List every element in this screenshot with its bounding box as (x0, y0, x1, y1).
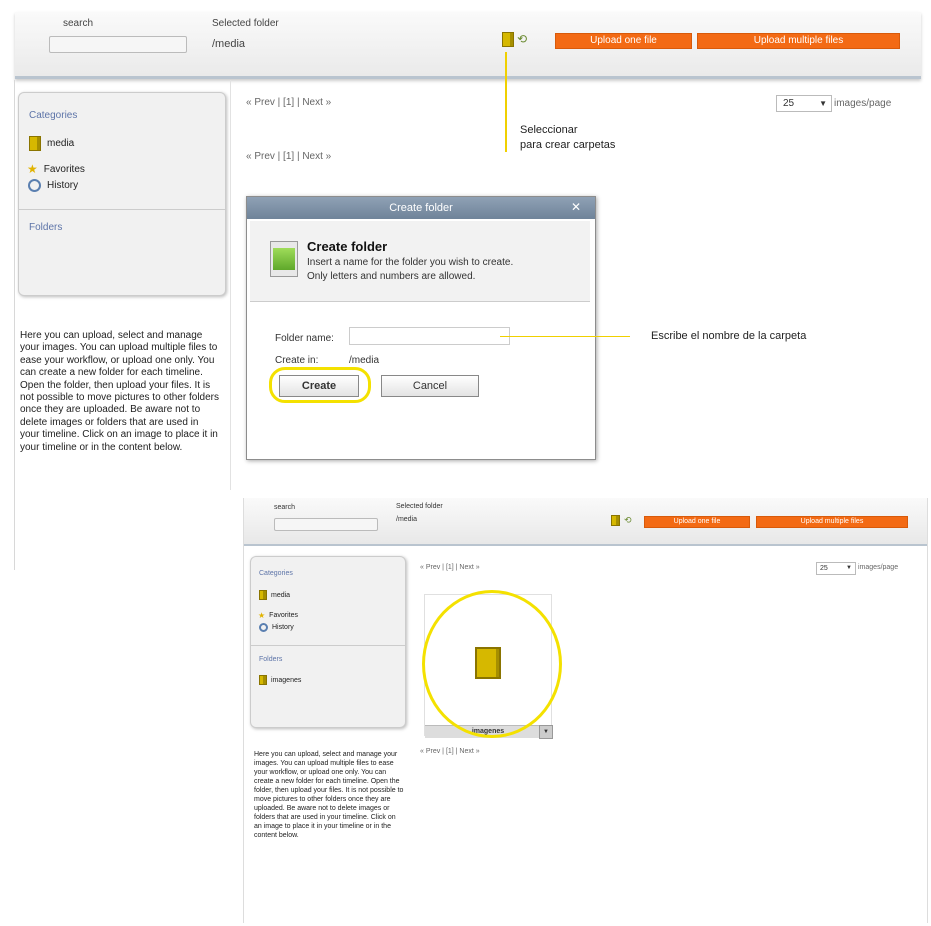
highlight-ring (422, 590, 562, 738)
pager-bottom[interactable]: « Prev | [1] | Next » (246, 151, 331, 162)
top-toolbar: search Selected folder /media ⟲ Upload o… (15, 12, 921, 79)
search-label: search (63, 18, 94, 29)
annotation-line (500, 336, 630, 337)
search-input[interactable] (49, 36, 187, 53)
cancel-button[interactable]: Cancel (381, 375, 479, 397)
pager-top[interactable]: « Prev | [1] | Next » (420, 564, 480, 571)
chevron-down-icon: ▼ (819, 99, 827, 108)
sidebar-panel: Categories media ★ Favorites History Fol… (250, 556, 406, 728)
pager-top[interactable]: « Prev | [1] | Next » (246, 97, 331, 108)
sidebar-item-label: imagenes (271, 676, 302, 684)
plus-icon (273, 248, 295, 270)
search-input[interactable] (274, 518, 378, 531)
annotation-select-line2: para crear carpetas (520, 139, 616, 151)
upload-one-file-button[interactable]: Upload one file (555, 33, 692, 49)
divider (19, 209, 225, 210)
create-in-label: Create in: (275, 355, 319, 366)
per-page-value: 25 (783, 98, 795, 109)
refresh-icon[interactable]: ⟲ (624, 514, 632, 526)
create-folder-icon[interactable] (502, 32, 514, 47)
dialog-desc-1: Insert a name for the folder you wish to… (307, 257, 514, 268)
sidebar-item-media[interactable]: media (29, 136, 74, 151)
sidebar-item-history[interactable]: History (28, 179, 78, 192)
selected-folder-value: /media (396, 516, 418, 523)
second-screenshot: search Selected folder /media ⟲ Upload o… (243, 498, 928, 923)
add-folder-icon (270, 241, 298, 277)
chevron-down-icon: ▼ (846, 565, 852, 571)
help-text: Here you can upload, select and manage y… (254, 751, 404, 839)
per-page-select[interactable]: 25 ▼ (816, 562, 856, 575)
upload-multiple-files-button[interactable]: Upload multiple files (756, 516, 908, 528)
chevron-down-icon[interactable]: ▼ (539, 725, 553, 739)
sidebar-item-label: History (47, 180, 79, 191)
folder-icon (29, 136, 41, 151)
dialog-heading: Create folder (307, 239, 388, 254)
create-in-value: /media (349, 355, 380, 366)
folder-name-label: Folder name: (275, 333, 334, 344)
sidebar-item-label: History (272, 624, 294, 631)
dialog-header: Create folder Insert a name for the fold… (250, 221, 590, 302)
categories-title: Categories (259, 570, 293, 577)
sidebar-item-media[interactable]: media (259, 590, 290, 600)
close-icon[interactable]: ✕ (563, 200, 589, 214)
star-icon: ★ (27, 162, 38, 176)
sidebar-folder-imagenes[interactable]: imagenes (259, 675, 301, 685)
per-page-value: 25 (820, 565, 828, 572)
second-toolbar: search Selected folder /media ⟲ Upload o… (244, 498, 927, 546)
sidebar-item-history[interactable]: History (259, 623, 294, 632)
sidebar-panel: Categories media ★ Favorites History Fol… (18, 92, 226, 296)
selected-folder-value: /media (212, 38, 246, 50)
sidebar-item-label: media (47, 138, 75, 149)
search-label: search (274, 504, 296, 511)
categories-title: Categories (29, 110, 78, 121)
upload-one-file-button[interactable]: Upload one file (644, 516, 750, 528)
dialog-desc-2: Only letters and numbers are allowed. (307, 271, 476, 282)
content-border (230, 80, 231, 490)
sidebar-item-favorites[interactable]: ★ Favorites (258, 611, 298, 620)
upload-multiple-files-button[interactable]: Upload multiple files (697, 33, 900, 49)
folders-title: Folders (259, 656, 283, 663)
folder-icon (259, 675, 267, 685)
annotation-line (505, 52, 507, 152)
annotation-write-name: Escribe el nombre de la carpeta (651, 330, 807, 342)
create-folder-icon[interactable] (611, 515, 620, 526)
create-folder-dialog: Create folder ✕ Create folder Insert a n… (246, 196, 596, 460)
sidebar-item-label: Favorites (269, 612, 298, 619)
pager-bottom[interactable]: « Prev | [1] | Next » (420, 748, 480, 755)
help-text: Here you can upload, select and manage y… (20, 330, 219, 453)
per-page-label: images/page (858, 564, 899, 571)
sidebar-item-favorites[interactable]: ★ Favorites (27, 162, 85, 176)
left-border (14, 80, 15, 570)
folder-icon (259, 590, 267, 600)
folders-title: Folders (29, 222, 63, 233)
selected-folder-label: Selected folder (212, 18, 279, 29)
sidebar-item-label: Favorites (43, 163, 85, 175)
history-icon (28, 179, 41, 192)
annotation-select-line1: Seleccionar (520, 124, 578, 136)
history-icon (259, 623, 268, 632)
refresh-icon[interactable]: ⟲ (517, 33, 527, 45)
folder-name-input[interactable] (349, 327, 510, 345)
star-icon: ★ (258, 611, 266, 620)
divider (251, 645, 405, 646)
sidebar-item-label: media (271, 591, 291, 599)
highlight-ring (269, 367, 371, 403)
selected-folder-label: Selected folder (396, 503, 443, 510)
per-page-select[interactable]: 25 ▼ (776, 95, 832, 112)
per-page-label: images/page (834, 98, 892, 109)
dialog-title: Create folder (247, 197, 595, 219)
